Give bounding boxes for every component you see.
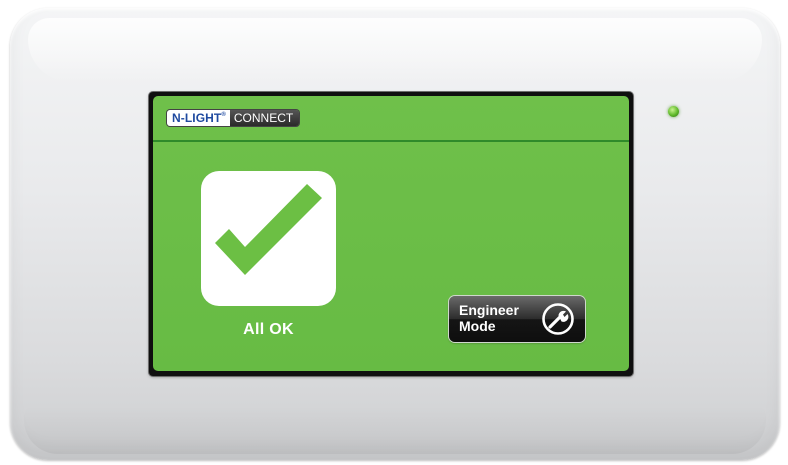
status-label: All OK xyxy=(243,321,294,338)
bezel-lower-shading xyxy=(24,406,766,454)
bezel-highlight xyxy=(28,18,762,82)
wrench-icon xyxy=(542,303,574,335)
screen-header: N-LIGHT® CONNECT xyxy=(153,96,629,142)
touchscreen-frame: N-LIGHT® CONNECT All OK Engineer Mode xyxy=(149,92,633,376)
product-name: CONNECT xyxy=(229,110,300,126)
status-tile xyxy=(201,171,336,306)
brand-name: N-LIGHT® xyxy=(167,110,230,126)
touchscreen: N-LIGHT® CONNECT All OK Engineer Mode xyxy=(153,96,629,371)
engineer-mode-label: Engineer Mode xyxy=(459,302,519,334)
engineer-mode-button[interactable]: Engineer Mode xyxy=(449,296,585,342)
brand-logo: N-LIGHT® CONNECT xyxy=(167,110,300,126)
checkmark-icon xyxy=(215,184,322,275)
status-led xyxy=(668,106,679,117)
